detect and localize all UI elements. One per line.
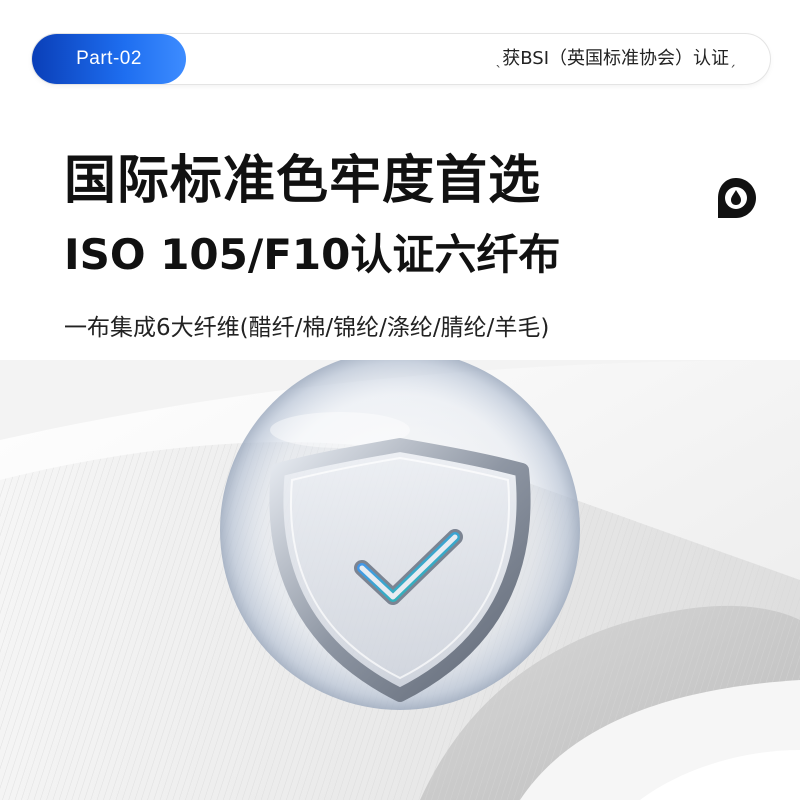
part-badge: Part-02: [32, 34, 186, 84]
certification-label: 获BSI（英国标准协会）认证: [502, 48, 729, 69]
water-drop-icon: [718, 178, 756, 218]
top-bar: Part-02 ˎ获BSI（英国标准协会）认证ˏ: [32, 34, 770, 84]
fabric-illustration: [0, 360, 800, 800]
headline: 国际标准色牢度首选: [64, 151, 542, 211]
quote-right-deco: ˏ: [729, 52, 736, 68]
subheadline: ISO 105/F10认证六纤布: [64, 230, 561, 279]
certification-text: ˎ获BSI（英国标准协会）认证ˏ: [495, 34, 736, 85]
fibers-line: 一布集成6大纤维(醋纤/棉/锦纶/涤纶/腈纶/羊毛): [64, 315, 550, 341]
